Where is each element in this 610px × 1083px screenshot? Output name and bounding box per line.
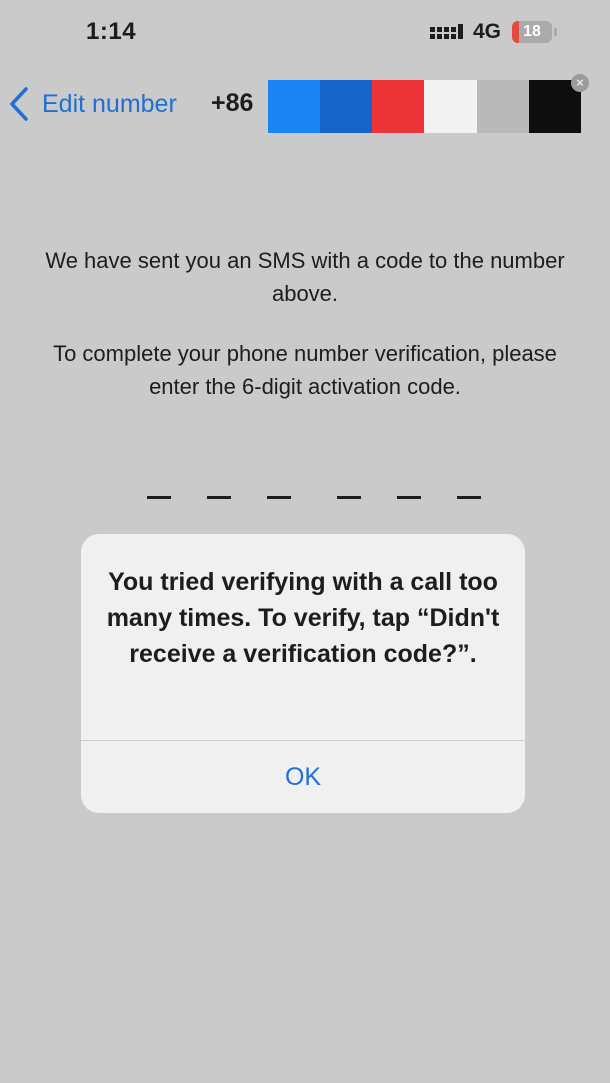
alert-dialog: You tried verifying with a call too many… [81, 534, 525, 813]
code-digit-slot[interactable] [207, 496, 231, 499]
status-time: 1:14 [86, 18, 137, 45]
sms-sent-message: We have sent you an SMS with a code to t… [45, 248, 565, 306]
chevron-left-icon [10, 87, 28, 121]
battery-cap [554, 28, 557, 36]
phone-number-redaction [268, 80, 581, 133]
alert-message: You tried verifying with a call too many… [106, 568, 500, 668]
verification-instruction: To complete your phone number verificati… [53, 341, 557, 399]
redaction-block [424, 80, 477, 133]
code-digit-slot[interactable] [147, 496, 171, 499]
edit-number-back-button[interactable]: Edit number [8, 84, 177, 124]
network-type: 4G [473, 20, 502, 43]
battery-level: 18 [523, 23, 541, 40]
back-button-label: Edit number [42, 89, 177, 118]
activation-code-input[interactable] [0, 488, 610, 508]
cellular-signal-icon [430, 24, 463, 39]
redaction-block [476, 80, 529, 133]
status-bar: 1:14 4G 18 [0, 0, 610, 70]
battery-icon: 18 [512, 21, 557, 43]
code-digit-slot[interactable] [457, 496, 481, 499]
code-digit-slot[interactable] [397, 496, 421, 499]
clear-x-icon[interactable]: × [571, 74, 589, 92]
redaction-block [268, 80, 321, 133]
code-digit-slot[interactable] [337, 496, 361, 499]
battery-body: 18 [512, 21, 552, 43]
nav-bar: Edit number +86 × [0, 74, 610, 136]
redaction-block [372, 80, 425, 133]
redaction-block [320, 80, 373, 133]
code-digit-slot[interactable] [267, 496, 291, 499]
country-code[interactable]: +86 [211, 89, 253, 118]
ok-button[interactable]: OK [81, 741, 525, 813]
